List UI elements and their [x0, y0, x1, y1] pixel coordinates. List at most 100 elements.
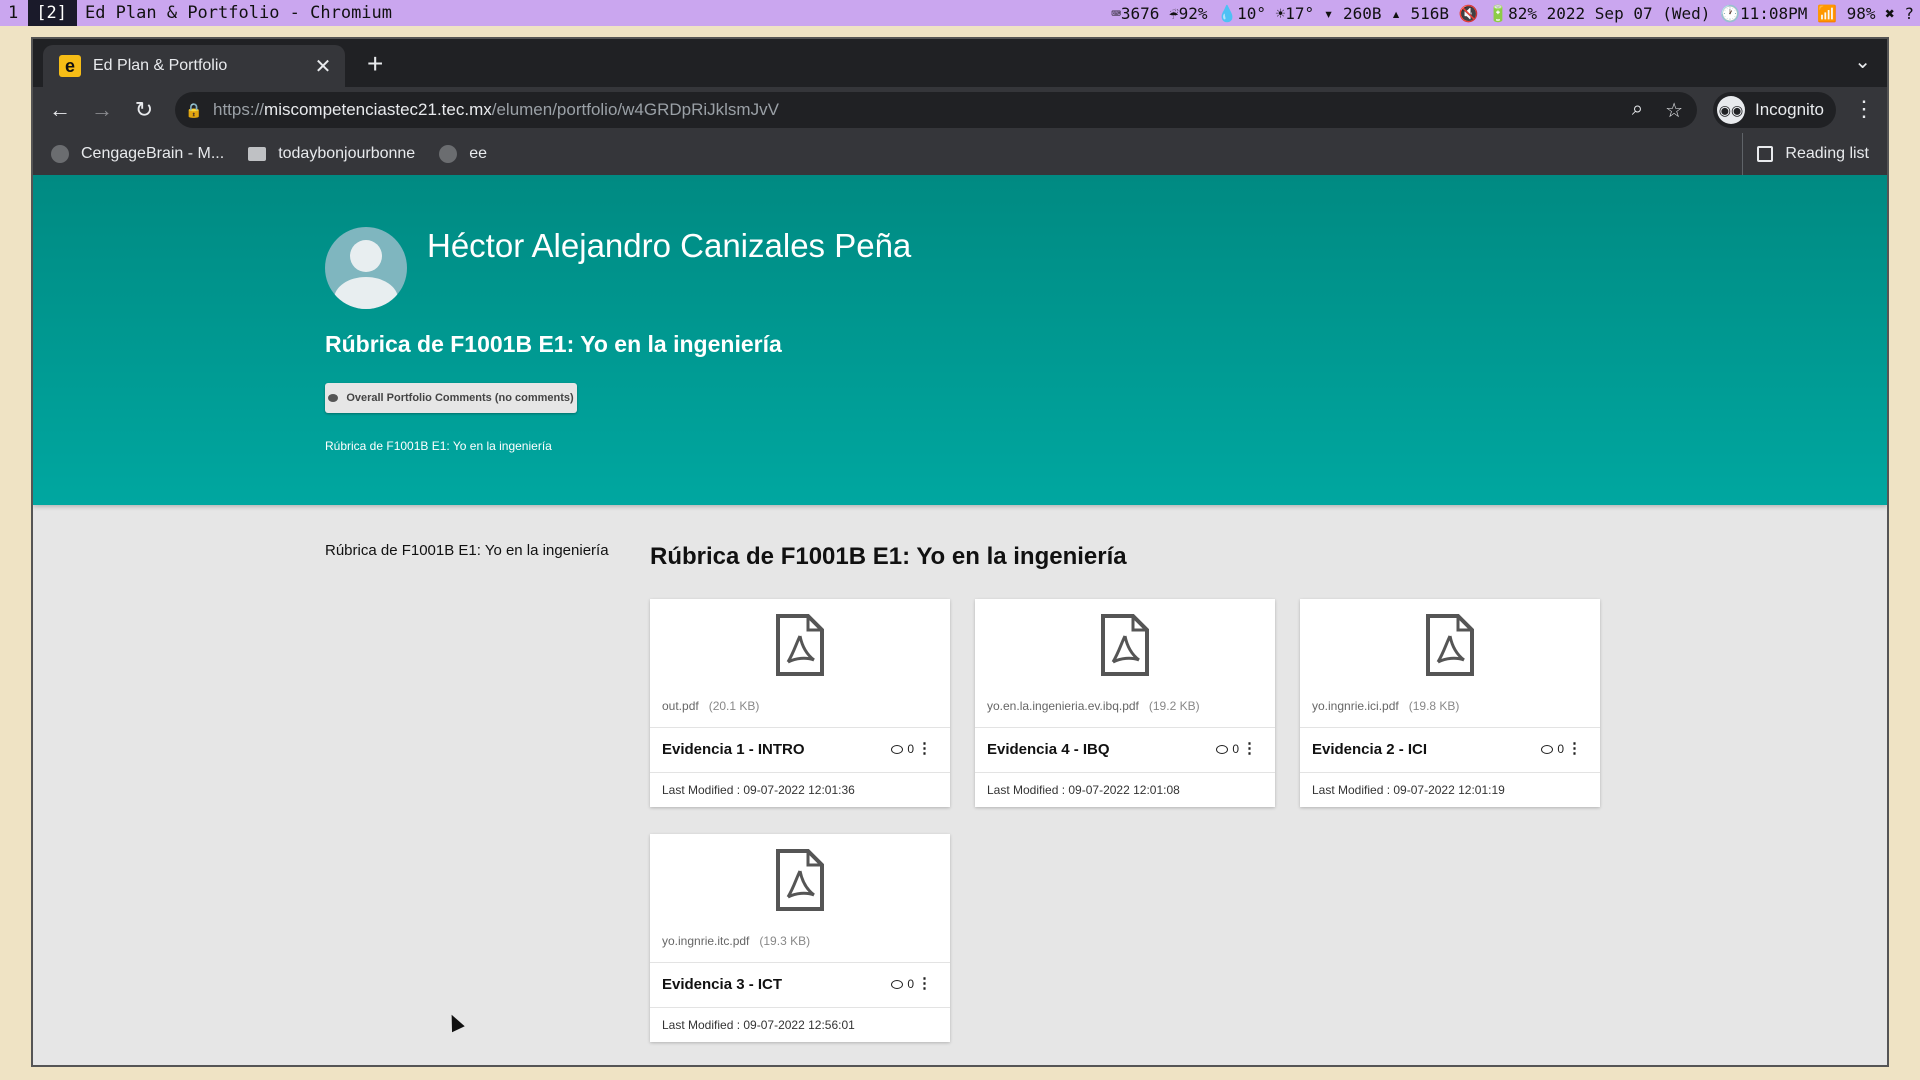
file-name[interactable]: yo.ingnrie.itc.pdf [662, 934, 749, 948]
comment-icon [328, 394, 339, 402]
workspace-1[interactable]: 1 [0, 0, 28, 26]
comment-count[interactable]: 0 [891, 977, 914, 991]
bookmark-ee[interactable]: ee [439, 145, 487, 163]
card-menu-icon[interactable]: ⋮ [1242, 739, 1257, 757]
workspace-2[interactable]: [2] [28, 0, 77, 26]
comment-count-value: 0 [907, 977, 914, 991]
file-name[interactable]: out.pdf [662, 699, 699, 713]
last-modified: Last Modified : 09-07-2022 12:01:36 [662, 783, 855, 797]
incognito-icon: ◉◉ [1717, 96, 1745, 124]
reading-list-button[interactable]: Reading list [1742, 133, 1869, 175]
url-host: miscompetenciastec21.tec.mx [264, 100, 492, 119]
card-title[interactable]: Evidencia 2 - ICI [1312, 741, 1427, 758]
avatar-head-icon [350, 240, 382, 272]
tab-title: Ed Plan & Portfolio [93, 57, 228, 74]
portfolio-header: Héctor Alejandro Canizales Peña Rúbrica … [33, 175, 1887, 505]
card-title[interactable]: Evidencia 4 - IBQ [987, 741, 1110, 758]
address-bar[interactable]: 🔒 https://miscompetenciastec21.tec.mx/el… [175, 92, 1697, 128]
divider [650, 772, 950, 773]
globe-icon [51, 145, 69, 163]
forward-button[interactable]: → [81, 97, 123, 123]
system-status: ⌨3676 ☔92% 💧10° ☀17° ▾ 260B ▴ 516B 🔇 🔋82… [1111, 3, 1914, 23]
student-name: Héctor Alejandro Canizales Peña [427, 227, 912, 264]
close-tab-icon[interactable]: ✕ [309, 54, 337, 79]
overall-comments-label: Overall Portfolio Comments (no comments) [346, 392, 574, 404]
bookmark-cengagebrain[interactable]: CengageBrain - M... [51, 145, 224, 163]
comment-bubble-icon [1541, 744, 1554, 754]
browser-menu-icon[interactable]: ⋮ [1853, 96, 1875, 122]
reading-list-label: Reading list [1785, 145, 1869, 162]
bookmark-folder-todaybonjourbonne[interactable]: todaybonjourbonne [248, 145, 415, 163]
bookmark-label: ee [469, 145, 487, 162]
comment-bubble-icon [891, 744, 904, 754]
browser-toolbar: ← → ↻ 🔒 https://miscompetenciastec21.tec… [33, 87, 1887, 133]
last-modified: Last Modified : 09-07-2022 12:01:08 [987, 783, 1180, 797]
folder-icon [248, 147, 267, 161]
comment-count-value: 0 [907, 742, 914, 756]
last-modified: Last Modified : 09-07-2022 12:56:01 [662, 1018, 855, 1032]
tab-strip: e Ed Plan & Portfolio ✕ + ⌄ [33, 39, 1887, 87]
card-menu-icon[interactable]: ⋮ [917, 974, 932, 992]
divider [650, 1007, 950, 1008]
window-title: Ed Plan & Portfolio - Chromium [84, 3, 393, 23]
profile-label: Incognito [1755, 100, 1824, 119]
comment-count[interactable]: 0 [1216, 742, 1239, 756]
evidence-card[interactable]: yo.ingnrie.ici.pdf (19.8 KB) Evidencia 2 … [1300, 599, 1600, 807]
portfolio-title: Rúbrica de F1001B E1: Yo en la ingenierí… [325, 331, 782, 357]
back-button[interactable]: ← [39, 97, 81, 123]
zoom-search-icon[interactable]: ⌕ [1632, 98, 1643, 123]
evidence-card[interactable]: yo.ingnrie.itc.pdf (19.3 KB) Evidencia 3 … [650, 834, 950, 1042]
divider [975, 727, 1275, 728]
divider [1300, 727, 1600, 728]
comment-bubble-icon [1216, 744, 1229, 754]
lock-icon[interactable]: 🔒 [175, 102, 213, 119]
bookmark-label: todaybonjourbonne [278, 145, 416, 162]
comment-bubble-icon [891, 979, 904, 989]
new-tab-button[interactable]: + [367, 49, 383, 79]
card-menu-icon[interactable]: ⋮ [917, 739, 932, 757]
bookmark-label: CengageBrain - M... [81, 145, 225, 162]
file-size: (19.2 KB) [1148, 699, 1200, 713]
divider [650, 727, 950, 728]
tab-search-chevron-icon[interactable]: ⌄ [1854, 49, 1871, 74]
pdf-file-icon [776, 849, 824, 911]
bookmarks-bar: CengageBrain - M... todaybonjourbonne ee… [33, 133, 1887, 176]
reading-list-icon [1757, 146, 1774, 162]
evidence-card[interactable]: out.pdf (20.1 KB) Evidencia 1 - INTRO 0 ⋮… [650, 599, 950, 807]
tab-ed-plan[interactable]: e Ed Plan & Portfolio ✕ [43, 45, 345, 87]
page-content: Héctor Alejandro Canizales Peña Rúbrica … [33, 175, 1887, 1065]
file-size: (20.1 KB) [708, 699, 760, 713]
card-title[interactable]: Evidencia 1 - INTRO [662, 741, 805, 758]
file-name[interactable]: yo.ingnrie.ici.pdf [1312, 699, 1399, 713]
file-size: (19.8 KB) [1408, 699, 1460, 713]
avatar [325, 227, 407, 309]
comment-count[interactable]: 0 [1541, 742, 1564, 756]
pdf-file-icon [1101, 614, 1149, 676]
card-menu-icon[interactable]: ⋮ [1567, 739, 1582, 757]
pdf-file-icon [776, 614, 824, 676]
avatar-body-icon [334, 277, 398, 309]
url-path: /elumen/portfolio/w4GRDpRiJklsmJvV [491, 100, 779, 119]
bookmark-star-icon[interactable]: ☆ [1665, 98, 1683, 123]
file-size: (19.3 KB) [759, 934, 811, 948]
comment-count-value: 0 [1557, 742, 1564, 756]
comment-count[interactable]: 0 [891, 742, 914, 756]
file-name[interactable]: yo.en.la.ingenieria.ev.ibq.pdf [987, 699, 1139, 713]
last-modified: Last Modified : 09-07-2022 12:01:19 [1312, 783, 1505, 797]
divider [650, 962, 950, 963]
card-title[interactable]: Evidencia 3 - ICT [662, 976, 782, 993]
overall-comments-button[interactable]: Overall Portfolio Comments (no comments) [325, 383, 577, 413]
site-favicon-icon: e [59, 55, 81, 77]
section-title: Rúbrica de F1001B E1: Yo en la ingenierí… [650, 543, 1127, 570]
system-status-bar: 1 [2] Ed Plan & Portfolio - Chromium ⌨36… [0, 0, 1920, 26]
breadcrumb[interactable]: Rúbrica de F1001B E1: Yo en la ingenierí… [325, 439, 552, 453]
divider [975, 772, 1275, 773]
divider [1300, 772, 1600, 773]
side-nav-item[interactable]: Rúbrica de F1001B E1: Yo en la ingenierí… [325, 542, 609, 559]
evidence-card[interactable]: yo.en.la.ingenieria.ev.ibq.pdf (19.2 KB) … [975, 599, 1275, 807]
url-scheme: https:// [213, 100, 265, 119]
browser-window: e Ed Plan & Portfolio ✕ + ⌄ ← → ↻ 🔒 http… [31, 37, 1889, 1067]
comment-count-value: 0 [1232, 742, 1239, 756]
reload-button[interactable]: ↻ [123, 97, 165, 123]
incognito-profile-button[interactable]: ◉◉ Incognito [1713, 92, 1836, 128]
